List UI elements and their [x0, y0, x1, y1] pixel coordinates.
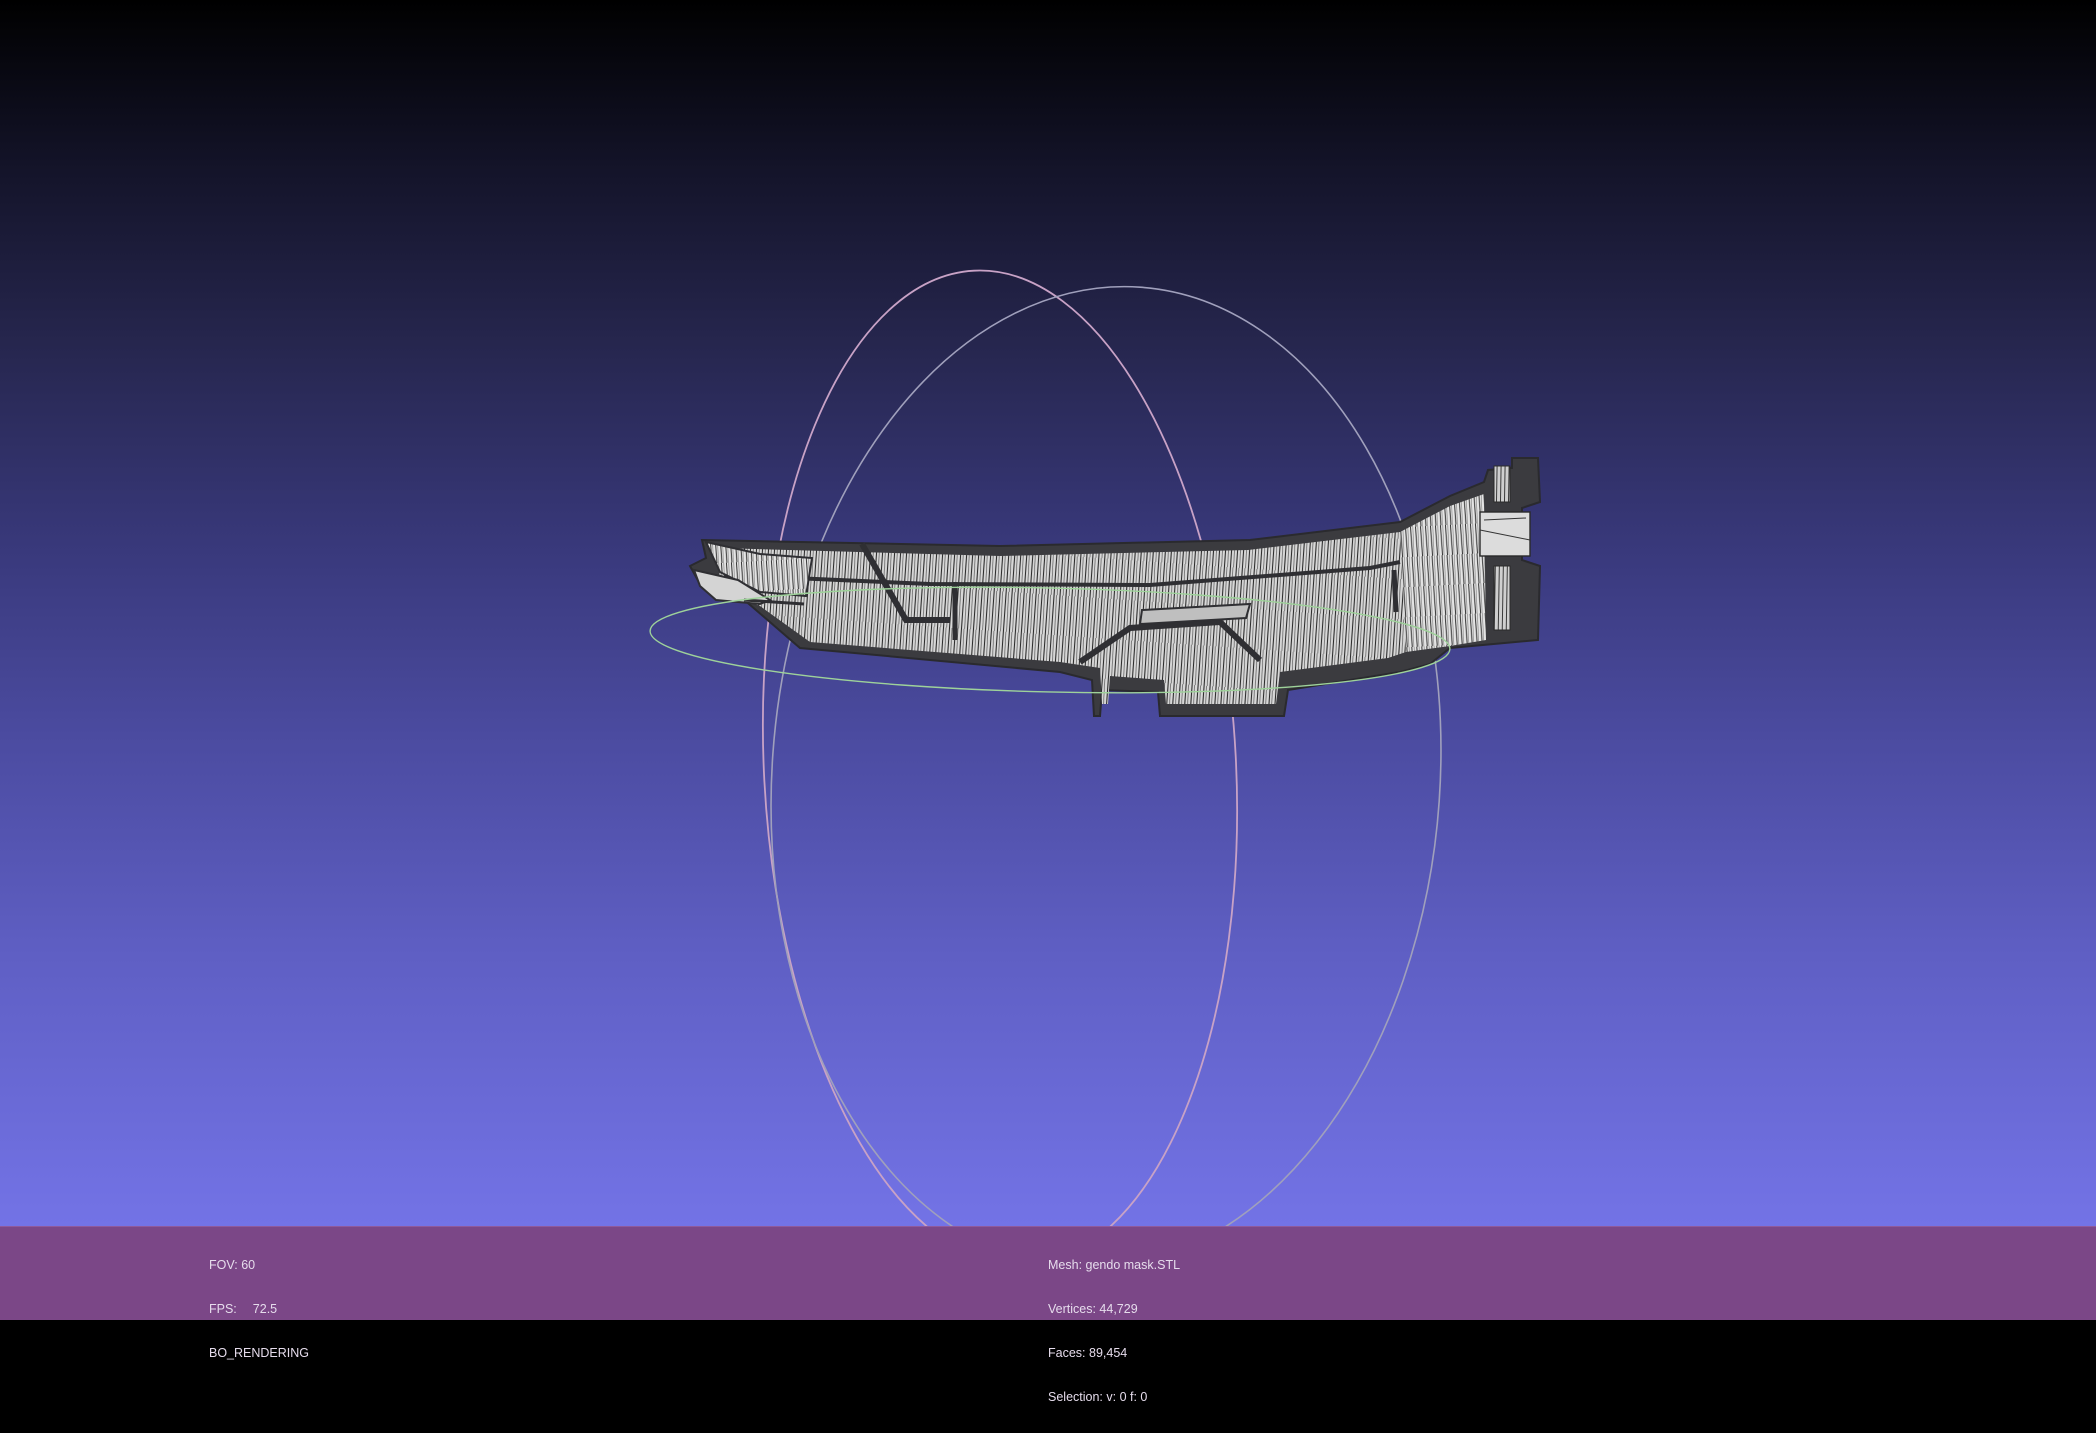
render-mode: BO_RENDERING [209, 1345, 310, 1360]
status-bar: FOV: 60 FPS: 72.5 BO_RENDERING Mesh: gend… [0, 1226, 2096, 1404]
mesh-name-readout: Mesh: gendo mask.STL [1048, 1258, 1180, 1273]
trackball-vertical-ring-pink [761, 269, 1239, 1226]
vertices-value: 44,729 [1099, 1301, 1138, 1316]
vertices-readout: Vertices: 44,729 [1048, 1302, 1180, 1317]
faces-readout: Faces: 89,454 [1048, 1346, 1180, 1361]
arcball-icon[interactable] [738, 258, 1473, 1226]
faces-label: Faces: [1048, 1345, 1086, 1360]
fov-value: 60 [241, 1258, 256, 1273]
mesh-label: Mesh: [1048, 1258, 1083, 1273]
fps-label: FPS: [209, 1301, 237, 1316]
trackball-vertical-ring-grey [770, 285, 1442, 1226]
selection-value: v: 0 f: 0 [1106, 1389, 1148, 1404]
3d-viewport[interactable] [0, 0, 2096, 1226]
fov-label: FOV: [209, 1258, 238, 1273]
mesh-connector-top [1493, 465, 1511, 503]
mesh-info: Mesh: gendo mask.STL Vertices: 44,729 Fa… [1048, 1229, 1180, 1433]
mesh-groove-right [1391, 569, 1399, 613]
fov-readout: FOV: 60 [209, 1258, 309, 1273]
scene-canvas[interactable] [0, 0, 2096, 1226]
fps-readout: FPS: 72.5 [209, 1302, 309, 1317]
mesh-value: gendo mask.STL [1085, 1258, 1181, 1273]
fps-value: 72.5 [252, 1301, 278, 1316]
faces-value: 89,454 [1089, 1345, 1128, 1360]
mesh-connector-bottom [1493, 565, 1511, 631]
vertices-label: Vertices: [1048, 1301, 1096, 1316]
selection-readout: Selection: v: 0 f: 0 [1048, 1390, 1180, 1405]
render-info: FOV: 60 FPS: 72.5 BO_RENDERING [209, 1229, 309, 1390]
selection-label: Selection: [1048, 1389, 1103, 1404]
